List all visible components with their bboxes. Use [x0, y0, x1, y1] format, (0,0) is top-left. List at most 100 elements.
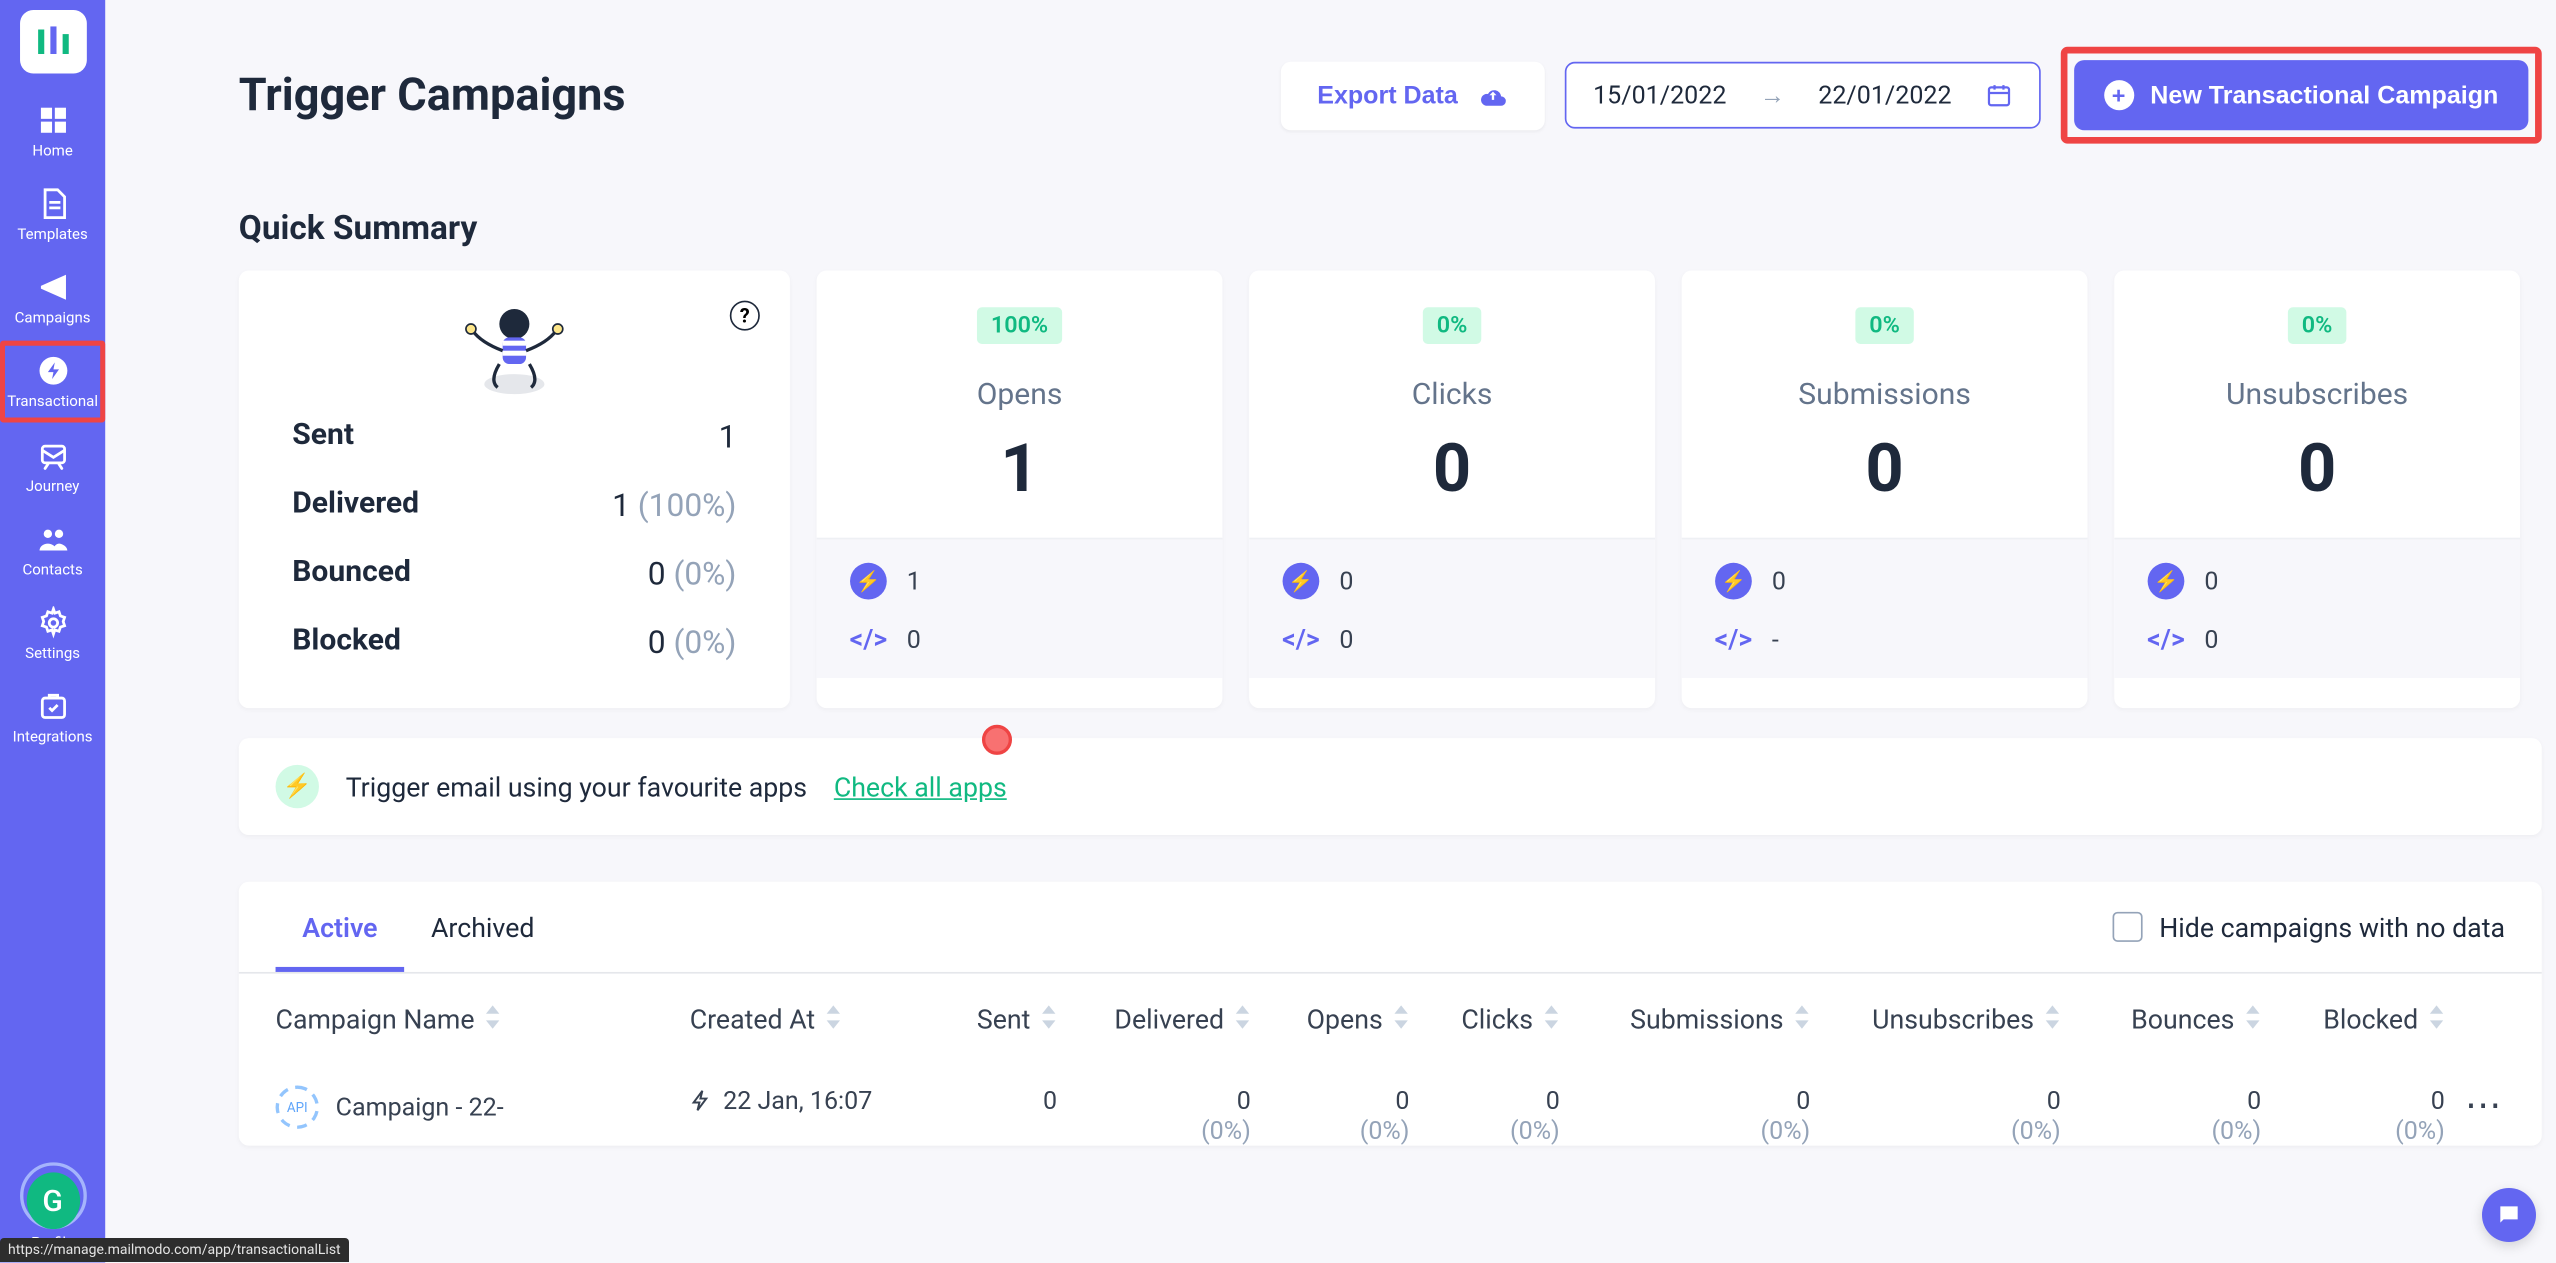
date-range-picker[interactable]: 15/01/2022 → 22/01/2022	[1565, 62, 2040, 129]
clicks-value: 0	[1283, 429, 1622, 507]
more-icon[interactable]: ⋯	[2465, 1086, 2505, 1128]
sidebar-item-transactional[interactable]: Transactional	[0, 341, 105, 423]
table-header: Campaign Name Created At Sent Delivered …	[239, 974, 2542, 1066]
sort-icon	[1543, 1004, 1560, 1036]
th-blocked[interactable]: Blocked	[2261, 1004, 2445, 1036]
bolt-icon: ⚡	[1715, 563, 1752, 600]
sidebar-item-campaigns[interactable]: Campaigns	[0, 257, 105, 337]
bounced-label: Bounced	[292, 554, 411, 592]
check-all-apps-link[interactable]: Check all apps	[834, 771, 1007, 803]
th-clicks[interactable]: Clicks	[1409, 1004, 1559, 1036]
sidebar-item-templates[interactable]: Templates	[0, 174, 105, 254]
th-name[interactable]: Campaign Name	[276, 1004, 690, 1036]
table-row[interactable]: APICampaign - 22- 22 Jan, 16:07 0 0(0%) …	[239, 1065, 2542, 1145]
sent-label: Sent	[292, 418, 354, 456]
sidebar-item-contacts[interactable]: Contacts	[0, 509, 105, 589]
sort-icon	[1234, 1004, 1251, 1036]
avatar[interactable]: G	[19, 1162, 86, 1229]
clicks-card: 0% Clicks 0 ⚡0 </>0	[1249, 271, 1655, 709]
submissions-label: Submissions	[1715, 377, 2054, 412]
checkbox-icon	[2112, 912, 2142, 942]
sort-icon	[2244, 1004, 2261, 1036]
trigger-banner: ⚡ Trigger email using your favourite app…	[239, 738, 2542, 835]
quick-summary-title: Quick Summary	[239, 207, 2542, 247]
export-button[interactable]: Export Data	[1280, 61, 1544, 129]
avatar-letter: G	[26, 1172, 79, 1229]
sort-icon	[1794, 1004, 1811, 1036]
sort-icon	[1393, 1004, 1410, 1036]
hide-no-data-checkbox[interactable]: Hide campaigns with no data	[2112, 888, 2505, 966]
bolt-icon: ⚡	[850, 563, 887, 600]
statusbar: https://manage.mailmodo.com/app/transact…	[0, 1238, 349, 1262]
bolt-icon: ⚡	[1283, 563, 1320, 600]
page-title: Trigger Campaigns	[239, 68, 1261, 121]
submissions-value: 0	[1715, 429, 2054, 507]
bolt-icon: ⚡	[2148, 563, 2185, 600]
sidebar-item-label: Journey	[26, 479, 80, 496]
submissions-card: 0% Submissions 0 ⚡0 </>-	[1682, 271, 2088, 709]
bolt-icon	[690, 1089, 713, 1112]
sort-icon	[2428, 1004, 2445, 1036]
sort-icon	[825, 1004, 842, 1036]
tabs: Active Archived Hide campaigns with no d…	[239, 882, 2542, 974]
chat-widget[interactable]	[2482, 1188, 2536, 1242]
delivered-label: Delivered	[292, 486, 419, 524]
illustration	[292, 301, 736, 398]
sidebar-item-journey[interactable]: Journey	[0, 426, 105, 506]
clicks-badge: 0%	[1423, 307, 1480, 344]
opens-card: 100% Opens 1 ⚡1 </>0	[817, 271, 1223, 709]
blocked-label: Blocked	[292, 623, 401, 661]
sidebar-item-label: Integrations	[13, 730, 93, 747]
th-submissions[interactable]: Submissions	[1560, 1004, 1811, 1036]
sidebar-item-integrations[interactable]: Integrations	[0, 676, 105, 756]
submissions-badge: 0%	[1856, 307, 1913, 344]
calendar-icon	[1985, 82, 2012, 109]
api-icon: API	[276, 1086, 319, 1129]
new-campaign-highlight: + New Transactional Campaign	[2060, 47, 2542, 144]
th-opens[interactable]: Opens	[1251, 1004, 1410, 1036]
unsubscribes-label: Unsubscribes	[2148, 377, 2487, 412]
sidebar-item-label: Settings	[25, 646, 80, 663]
help-icon[interactable]: ?	[730, 301, 760, 331]
th-sent[interactable]: Sent	[940, 1004, 1057, 1036]
sort-icon	[1040, 1004, 1057, 1036]
logo[interactable]	[19, 10, 86, 73]
unsubscribes-card: 0% Unsubscribes 0 ⚡0 </>0	[2114, 271, 2520, 709]
th-created[interactable]: Created At	[690, 1004, 941, 1036]
sidebar-item-label: Templates	[17, 227, 87, 244]
code-icon: </>	[1715, 623, 1752, 655]
clicks-label: Clicks	[1283, 377, 1622, 412]
tab-archived[interactable]: Archived	[404, 882, 561, 972]
date-from: 15/01/2022	[1593, 80, 1726, 110]
plus-icon: +	[2104, 80, 2134, 110]
sidebar-item-settings[interactable]: Settings	[0, 593, 105, 673]
sidebar-item-home[interactable]: Home	[0, 90, 105, 170]
header: Trigger Campaigns Export Data 15/01/2022…	[239, 47, 2542, 144]
opens-value: 1	[850, 429, 1189, 507]
th-bounces[interactable]: Bounces	[2061, 1004, 2261, 1036]
new-campaign-button[interactable]: + New Transactional Campaign	[2073, 60, 2528, 130]
th-delivered[interactable]: Delivered	[1057, 1004, 1251, 1036]
date-to: 22/01/2022	[1818, 80, 1951, 110]
arrow-right-icon: →	[1760, 80, 1785, 110]
sidebar: Home Templates Campaigns Transactional J…	[0, 0, 105, 1263]
opens-label: Opens	[850, 377, 1189, 412]
sort-icon	[485, 1004, 502, 1036]
hide-label: Hide campaigns with no data	[2159, 911, 2505, 943]
summary-cards: ? Sent1 Delivered1 (100%) Bounced0 (0%) …	[239, 271, 2542, 709]
sidebar-item-label: Transactional	[7, 394, 98, 411]
highlight-dot	[982, 725, 1012, 755]
new-campaign-label: New Transactional Campaign	[2150, 81, 2498, 109]
chat-icon	[2496, 1202, 2522, 1228]
code-icon: </>	[850, 623, 887, 655]
banner-text: Trigger email using your favourite apps	[346, 771, 807, 803]
th-unsubscribes[interactable]: Unsubscribes	[1810, 1004, 2061, 1036]
sidebar-item-label: Contacts	[22, 563, 82, 580]
sort-icon	[2044, 1004, 2061, 1036]
tab-active[interactable]: Active	[276, 882, 405, 972]
main-content: Trigger Campaigns Export Data 15/01/2022…	[105, 0, 2556, 1263]
campaigns-table: Active Archived Hide campaigns with no d…	[239, 882, 2542, 1146]
unsubscribes-badge: 0%	[2288, 307, 2345, 344]
bolt-badge-icon: ⚡	[276, 765, 319, 808]
code-icon: </>	[2148, 623, 2185, 655]
